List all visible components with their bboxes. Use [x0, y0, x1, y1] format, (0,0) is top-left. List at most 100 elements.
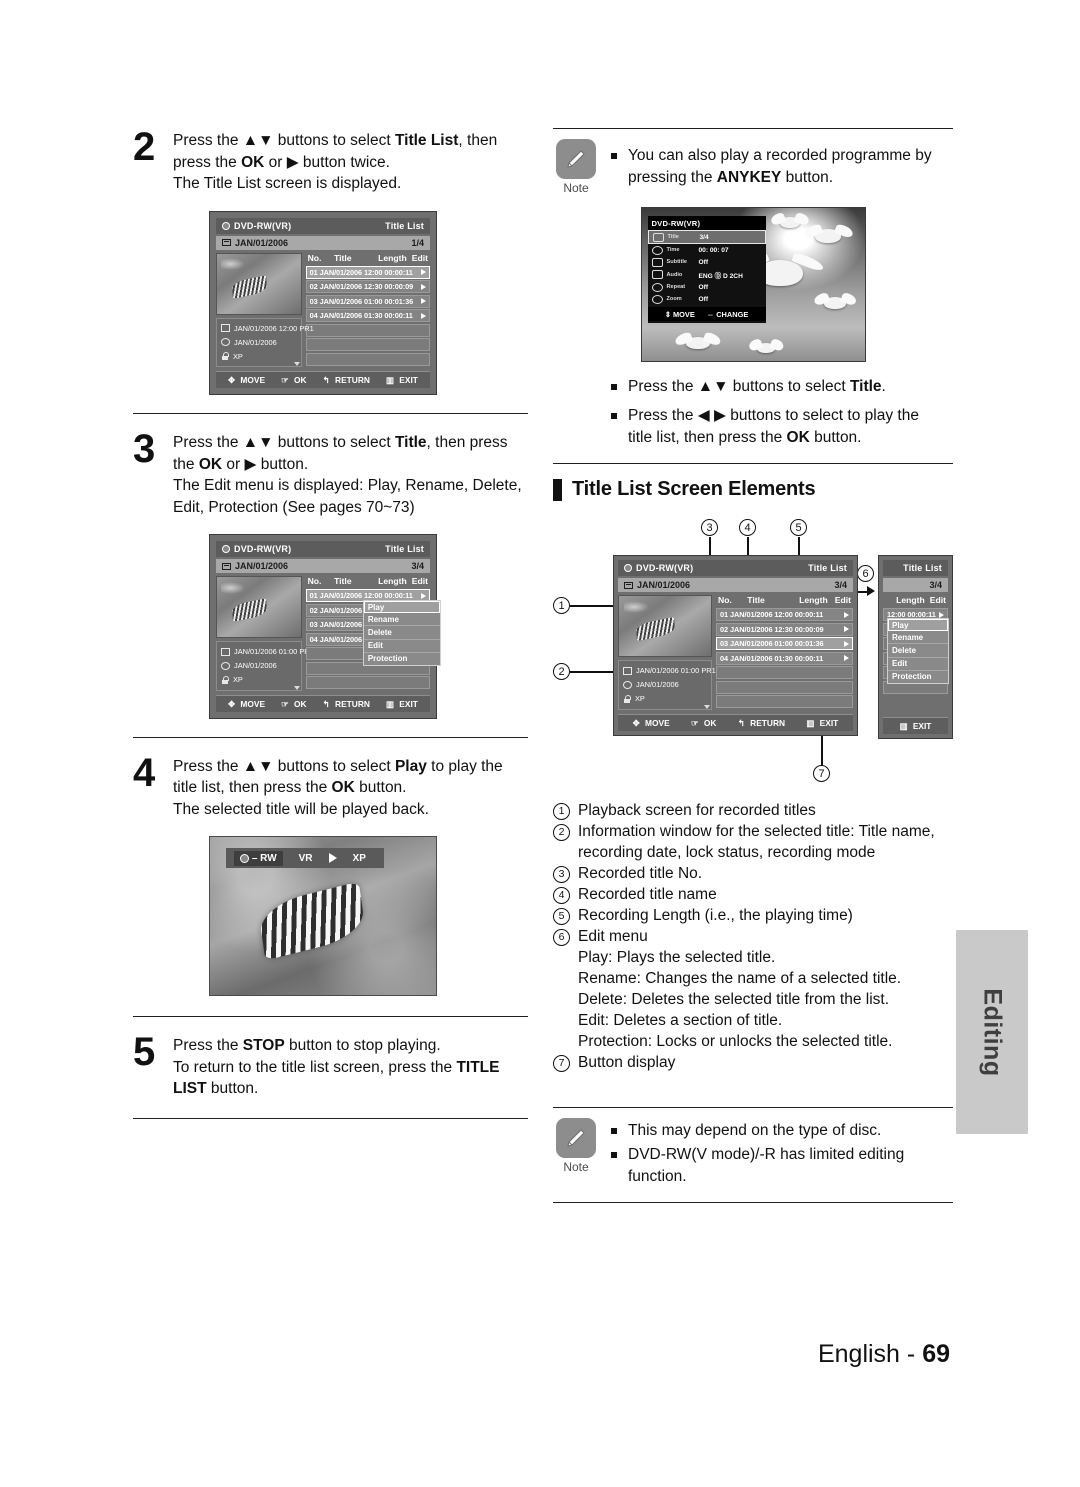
footer-return[interactable]: ↰ RETURN [323, 375, 370, 385]
edit-menu-popup[interactable]: Play Rename Delete Edit Protection [362, 600, 441, 666]
row-no: 01 [309, 591, 318, 600]
edit-menu-item-delete[interactable]: Delete [888, 644, 948, 658]
lock-icon [221, 675, 229, 684]
anykey-row-zoom[interactable]: Zoom Off [648, 293, 766, 305]
legend-item-7: 7 Button display [553, 1052, 953, 1073]
edit-menu-item-protection[interactable]: Protection [363, 652, 440, 665]
table-row[interactable]: 01 JAN/01/2006 12:00 00:00:11 [716, 608, 853, 621]
footer-return[interactable]: ↰ RETURN [738, 718, 785, 728]
table-row[interactable]: 01 JAN/01/2006 12:00 00:00:11 [305, 265, 430, 279]
col-no: No. [307, 576, 322, 586]
legend-item-4: 4 Recorded title name [553, 884, 953, 905]
pencil-icon [556, 1118, 596, 1158]
play-icon[interactable] [844, 611, 849, 618]
play-icon[interactable] [421, 298, 426, 304]
col-length: Length [378, 252, 407, 263]
edit-menu-item-play[interactable]: Play [363, 601, 440, 614]
title-icon [221, 324, 230, 333]
col-length: Length [799, 595, 828, 605]
step-5-number: 5 [133, 1030, 155, 1074]
table-row[interactable]: 02 JAN/01/2006 12:30 00:00:09 [305, 280, 430, 293]
anykey-row-audio[interactable]: Audio ENG Ⓓ D 2CH [648, 268, 766, 281]
edit-menu-item-rename[interactable]: Rename [363, 613, 440, 627]
diag-titlebar: DVD-RW(VR) Title List [618, 560, 853, 576]
row-title: JAN/01/2006 12:30 [319, 282, 383, 291]
play-icon[interactable] [421, 283, 426, 290]
table-row[interactable]: 03 JAN/01/2006 01:00 00:01:36 [716, 637, 853, 650]
scroll-down-icon[interactable] [293, 685, 300, 690]
footer-exit[interactable]: ▥ EXIT [806, 718, 838, 728]
anykey-move[interactable]: ⇕ MOVE [665, 310, 695, 319]
disc-icon [222, 545, 230, 553]
play-icon[interactable] [421, 312, 426, 319]
edit-menu-item-edit[interactable]: Edit [363, 639, 440, 653]
footer-exit[interactable]: ▥ EXIT [386, 699, 418, 709]
footer-return[interactable]: ↰ RETURN [323, 699, 370, 709]
table-row[interactable]: 04 JAN/01/2006 01:30 00:00:11 [305, 309, 430, 322]
disc-label: – RW [251, 852, 277, 864]
anykey-row-title[interactable]: Title 3/4 [647, 230, 766, 244]
play-icon[interactable] [844, 655, 849, 661]
play-icon[interactable] [844, 640, 849, 647]
edit-menu-item-delete[interactable]: Delete [363, 626, 440, 640]
osd2-list-header: No. Title Length Edit [306, 576, 430, 589]
anykey-row-time[interactable]: Time 00: 00: 07 [648, 244, 766, 256]
clock-icon [651, 245, 663, 255]
callout-7: 7 [813, 765, 830, 782]
row-length: 00:00:09 [794, 624, 824, 634]
edit-menu-item-rename[interactable]: Rename [888, 631, 948, 645]
pencil-icon [556, 139, 596, 179]
legend-text-5: Recording Length (i.e., the playing time… [578, 907, 853, 924]
footer-move[interactable]: ✥ MOVE [228, 699, 265, 709]
anykey-row-subtitle[interactable]: Subtitle Off [648, 256, 766, 268]
mode-label: VR [298, 852, 313, 864]
table-row[interactable]: 04 JAN/01/2006 01:30 00:00:11 [716, 651, 853, 665]
legend-6-sub-delete: Delete: Deletes the selected title from … [578, 991, 890, 1008]
section-heading: Title List Screen Elements [553, 478, 953, 501]
edit-menu-item-edit[interactable]: Edit [888, 657, 948, 671]
footer-ok[interactable]: ☞ OK [281, 699, 306, 709]
play-icon[interactable] [844, 626, 849, 632]
diag-date: JAN/01/2006 [637, 580, 691, 590]
note-badge: Note [553, 139, 599, 195]
anykey-change[interactable]: ⇔ CHANGE [707, 310, 748, 319]
row-no: 01 [309, 267, 318, 277]
table-row[interactable]: 03 JAN/01/2006 01:00 00:01:36 [305, 294, 430, 308]
edit-menu-item-play[interactable]: Play [888, 619, 948, 632]
note-badge: Note [553, 1118, 599, 1174]
play-icon[interactable] [421, 269, 426, 275]
footer-move[interactable]: ✥ MOVE [228, 375, 265, 385]
footer-move[interactable]: ✥ MOVE [633, 718, 670, 728]
table-row[interactable]: 02 JAN/01/2006 12:30 00:00:09 [716, 622, 853, 636]
play-icon[interactable] [421, 592, 426, 599]
legend-6-sub-rename: Rename: Changes the name of a selected t… [578, 970, 902, 987]
footer-page-number: 69 [922, 1340, 950, 1368]
diag-info-title: JAN/01/2006 01:00 PR1 [636, 666, 716, 676]
row-length: 00:00:11 [384, 267, 413, 277]
step-2-text: Press the ▲▼ buttons to select Title Lis… [173, 132, 498, 192]
diag-thumbnail [618, 595, 712, 657]
step-4-number: 4 [133, 750, 155, 795]
side-tab-label: Editing [978, 987, 1007, 1077]
callout-2: 2 [553, 663, 570, 680]
legend-6-sub-protection: Protection: Locks or unlocks the selecte… [578, 1033, 893, 1050]
footer-exit[interactable]: ▥ EXIT [386, 375, 418, 385]
footer-exit[interactable]: ▥ EXIT [900, 721, 932, 731]
diag-edit-menu-popup[interactable]: Play Rename Delete Edit Protection [887, 618, 949, 684]
legend-text-2: Information window for the selected titl… [578, 823, 935, 861]
play-icon [328, 853, 337, 864]
scroll-down-icon[interactable] [704, 704, 710, 709]
row-title: JAN/01/2006 12:00 [319, 267, 383, 277]
row-length: 00:01:36 [794, 639, 824, 648]
diag-side-titlebar: Title List [883, 560, 948, 576]
side-tab-editing: Editing [956, 930, 1028, 1134]
footer-ok[interactable]: ☞ OK [691, 718, 716, 728]
row-no: 02 [720, 624, 729, 634]
scroll-down-icon[interactable] [293, 362, 300, 366]
lock-icon [623, 694, 631, 703]
footer-ok[interactable]: ☞ OK [281, 375, 306, 385]
play-icon[interactable] [939, 611, 944, 618]
anykey-row-repeat[interactable]: Repeat Off [648, 281, 766, 293]
edit-menu-item-protection[interactable]: Protection [888, 670, 948, 683]
bird-image [815, 229, 842, 244]
